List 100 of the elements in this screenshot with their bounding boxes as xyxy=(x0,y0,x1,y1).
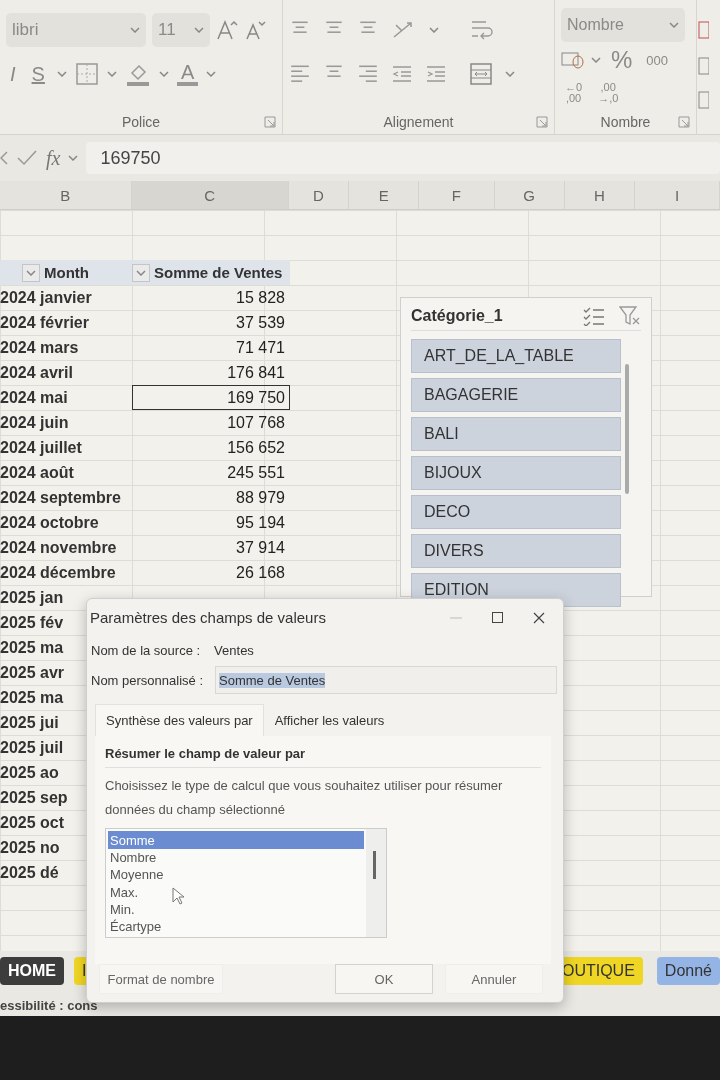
italic-button[interactable]: I xyxy=(6,64,20,84)
chevron-icon xyxy=(106,71,117,77)
row-label: 2025 ma xyxy=(0,687,64,708)
close-icon[interactable] xyxy=(533,611,545,624)
merge-cells-icon[interactable] xyxy=(469,62,493,86)
ok-button[interactable]: OK xyxy=(335,964,433,994)
chevron-icon xyxy=(505,71,515,77)
status-text: essibilité : cons xyxy=(0,998,98,1013)
dialog-tab[interactable]: Synthèse des valeurs par xyxy=(95,704,264,737)
cancel-icon[interactable] xyxy=(0,150,8,166)
slicer-title: Catégorie_1 xyxy=(411,307,503,325)
value-cell-text: 37 914 xyxy=(235,537,286,558)
chevron-icon xyxy=(56,71,67,77)
column-header[interactable]: B xyxy=(0,181,132,209)
slicer-item[interactable]: ART_DE_LA_TABLE xyxy=(411,339,621,373)
column-header[interactable]: D xyxy=(288,181,350,209)
slicer-item[interactable]: DECO xyxy=(411,495,621,529)
list-option[interactable]: Somme xyxy=(108,831,364,849)
row-label: 2025 avr xyxy=(0,662,65,683)
mouse-cursor-icon xyxy=(172,887,184,906)
slicer-item[interactable]: BIJOUX xyxy=(411,456,621,490)
custom-name-field[interactable]: Somme de Ventes xyxy=(215,666,557,695)
list-option[interactable]: Moyenne xyxy=(108,866,364,884)
column-header[interactable]: G xyxy=(494,181,565,209)
slicer-item[interactable]: BAGAGERIE xyxy=(411,378,621,412)
value-cell-text: 156 652 xyxy=(226,437,286,458)
borders-icon[interactable] xyxy=(74,62,99,86)
multi-select-icon[interactable] xyxy=(583,306,605,326)
row-label: 2025 dé xyxy=(0,862,59,883)
row-label: 2024 août xyxy=(0,462,74,483)
cancel-button[interactable]: Annuler xyxy=(445,964,543,994)
row-label: 2024 avril xyxy=(0,362,73,383)
number-format-button[interactable]: Format de nombre xyxy=(99,964,223,994)
sheet-tab[interactable]: Donné xyxy=(656,957,720,985)
dialog-launcher-icon[interactable] xyxy=(678,116,690,128)
source-name: Ventes xyxy=(214,642,254,658)
slicer-item[interactable]: DIVERS xyxy=(411,534,621,568)
list-option[interactable]: Écartype xyxy=(108,918,364,936)
currency-icon[interactable] xyxy=(561,50,585,70)
thousands-button[interactable]: 000 xyxy=(642,53,673,67)
insert-function-button[interactable]: fx xyxy=(46,146,61,170)
column-header[interactable]: I xyxy=(634,181,720,209)
maximize-icon[interactable] xyxy=(492,612,503,624)
list-option[interactable]: Nombre xyxy=(108,848,364,867)
field-label: Nom de la source : xyxy=(91,642,201,658)
row-label: 2024 juin xyxy=(0,412,69,433)
increase-decimal-button[interactable]: ←0 ,00 xyxy=(561,82,587,104)
row-label: 2024 septembre xyxy=(0,487,121,508)
row-label: 2025 sep xyxy=(0,787,68,808)
filter-dropdown-button[interactable] xyxy=(22,263,40,282)
table-icon[interactable] xyxy=(697,20,709,110)
row-label: 2024 février xyxy=(0,312,89,333)
column-header[interactable]: C xyxy=(131,181,289,209)
filter-dropdown-button[interactable] xyxy=(132,263,150,282)
formula-field[interactable]: 169750 xyxy=(86,142,720,174)
decrease-indent-icon[interactable] xyxy=(391,64,413,84)
row-label: 2024 novembre xyxy=(0,537,117,558)
group-label: Alignement xyxy=(383,114,454,130)
chevron-icon xyxy=(429,27,439,33)
column-header[interactable]: H xyxy=(564,181,635,209)
section-title: Résumer le champ de valeur par xyxy=(105,746,541,769)
chevron-icon xyxy=(130,27,140,33)
row-label: 2024 mai xyxy=(0,387,68,408)
value-cell-text: 176 841 xyxy=(226,362,286,383)
row-label: 2024 octobre xyxy=(0,512,99,533)
row-label: 2025 fév xyxy=(0,612,64,633)
clear-filter-icon[interactable] xyxy=(619,306,641,326)
font-color-button[interactable]: A xyxy=(176,62,199,86)
list-option[interactable]: Min. xyxy=(108,900,364,919)
list-option[interactable]: Max. xyxy=(108,883,364,901)
column-header[interactable]: F xyxy=(419,181,495,209)
scrollbar-thumb[interactable] xyxy=(625,364,629,494)
row-label: 2025 ao xyxy=(0,762,59,783)
row-label: 2025 no xyxy=(0,837,60,858)
dialog-launcher-icon[interactable] xyxy=(264,116,276,128)
chevron-icon xyxy=(158,71,169,77)
group-label: Nombre xyxy=(600,114,651,130)
dialog-launcher-icon[interactable] xyxy=(536,116,548,128)
sheet-tab[interactable]: HOME xyxy=(0,957,64,985)
description-text: Choisissez le type de calcul que vous souhaitez utiliser pour résumer données du champ sélectionné xyxy=(105,777,504,820)
value-cell-text: 88 979 xyxy=(235,487,286,508)
decrease-decimal-button[interactable]: ,00 →,0 xyxy=(594,82,623,104)
scrollbar-thumb[interactable] xyxy=(373,851,376,880)
shrink-font-icon[interactable] xyxy=(244,19,266,41)
slicer-item[interactable]: BALI xyxy=(411,417,621,451)
align-right-icon[interactable] xyxy=(357,64,379,84)
grow-font-icon[interactable] xyxy=(216,19,238,41)
chevron-icon xyxy=(194,27,204,33)
align-left-icon[interactable] xyxy=(289,64,311,84)
value-cell-text: 15 828 xyxy=(235,287,286,308)
row-label: 2024 mars xyxy=(0,337,79,358)
check-icon[interactable] xyxy=(16,149,38,167)
increase-indent-icon[interactable] xyxy=(425,64,447,84)
dialog-title: Paramètres des champs de valeurs xyxy=(89,609,326,627)
percent-button[interactable]: % xyxy=(607,48,637,72)
column-header[interactable]: E xyxy=(349,181,420,209)
dialog-tab[interactable]: Afficher les valeurs xyxy=(263,704,396,737)
pivot-header: Month xyxy=(44,264,89,281)
underline-button[interactable]: S xyxy=(27,64,49,84)
value-cell-text: 95 194 xyxy=(235,512,286,533)
